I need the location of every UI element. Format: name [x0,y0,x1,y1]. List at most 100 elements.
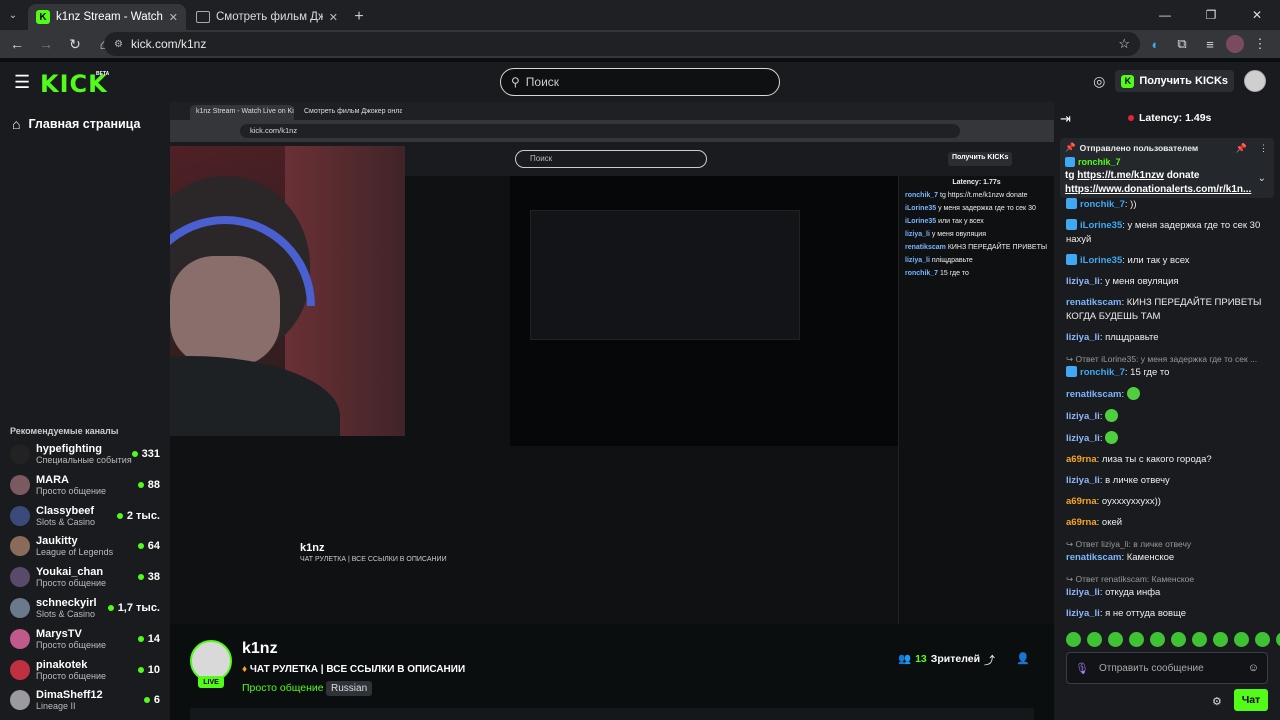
search-input[interactable]: ⚲ Поиск [500,68,780,96]
chat-message: ↪ Ответ liziya_li: в личке отвечу renatik… [1066,537,1268,565]
chat-username[interactable]: ronchik_7 [1080,199,1125,210]
browser-tab-kick[interactable]: K k1nz Stream - Watch Live on Kick ✕ [28,4,186,30]
extension-icon[interactable]: ◖ [1142,32,1166,56]
emote-picker-icon[interactable]: 🎙 [1075,662,1089,675]
chat-username[interactable]: a69rna [1066,454,1097,465]
chat-username[interactable]: a69rna [1066,517,1097,528]
site-info-icon[interactable]: ⚙ [114,39,123,50]
emote-bar [1066,632,1280,647]
reply-reference[interactable]: ↪ Ответ renatikscam: Каменское [1066,572,1268,586]
pinned-user[interactable]: ronchik_7 [1065,157,1269,167]
bookmark-star-icon[interactable]: ☆ [1118,36,1130,52]
gear-icon[interactable]: ⚙ [1212,695,1222,708]
sidebar-channel[interactable]: MARA Просто общение 88 [10,471,160,499]
chevron-down-icon[interactable]: ⌄ [1258,173,1266,184]
viewer-count: 👥 13 Зрителей [898,652,980,666]
tab-search-icon[interactable]: ⌄ [0,0,26,30]
nested-url: kick.com/k1nz [240,124,960,138]
nested-chat-line: iLorine35 или так у всех [899,215,1054,228]
chat-username[interactable]: renatikscam [1066,552,1121,563]
chat-username[interactable]: liziya_li [1066,475,1100,486]
profile-avatar[interactable] [1226,35,1244,53]
quick-emote-icon[interactable] [1108,632,1123,647]
channel-viewers: 14 [137,633,160,645]
sidebar-item-home[interactable]: ⌂ Главная страница [12,116,140,132]
chat-username[interactable]: renatikscam [1066,389,1121,400]
user-badge-icon [1066,366,1077,377]
chat-input[interactable]: 🎙 Отправить сообщение ☺ [1066,652,1268,684]
chat-username[interactable]: liziya_li [1066,433,1100,444]
extensions-puzzle-icon[interactable]: ⧉ [1170,32,1194,56]
chat-username[interactable]: renatikscam [1066,297,1121,308]
quick-emote-icon[interactable] [1129,632,1144,647]
chat-username[interactable]: a69rna [1066,496,1097,507]
stream-category[interactable]: Просто общение [242,682,324,694]
channel-info: DimaSheff12 Lineage II [36,689,144,711]
quick-emote-icon[interactable] [1171,632,1186,647]
sidebar-channel[interactable]: schneckyirl Slots & Casino 1,7 тыс. [10,594,160,622]
sidebar-channel[interactable]: hypefighting Специальные события 331 [10,440,160,468]
quick-emote-icon[interactable] [1150,632,1165,647]
quick-emote-icon[interactable] [1192,632,1207,647]
close-tab-icon[interactable]: ✕ [169,11,178,24]
close-tab-icon[interactable]: ✕ [329,11,338,24]
forward-icon[interactable]: → [34,32,58,56]
unpin-icon[interactable]: 📌 [1236,143,1247,154]
chat-username[interactable]: liziya_li [1066,276,1100,287]
sidebar-channel[interactable]: Classybeef Slots & Casino 2 тыс. [10,502,160,530]
chat-username[interactable]: ronchik_7 [1080,367,1125,378]
menu-icon[interactable]: ☰ [14,72,30,93]
streamer-name[interactable]: k1nz [242,640,278,658]
nested-streamer: k1nz [300,542,325,554]
chat-username[interactable]: liziya_li [1066,587,1100,598]
chat-bubble-icon[interactable]: ◎ [1093,73,1105,90]
quick-emote-icon[interactable] [1255,632,1270,647]
chat-username[interactable]: liziya_li [1066,608,1100,619]
close-window-button[interactable]: ✕ [1234,0,1280,30]
media-control-icon[interactable]: ≡ [1198,32,1222,56]
quick-emote-icon[interactable] [1234,632,1249,647]
pinned-link-donate[interactable]: https://www.donationalerts.com/r/k1n... [1065,184,1251,195]
quick-emote-icon[interactable] [1213,632,1228,647]
chat-username[interactable]: liziya_li [1066,332,1100,343]
smiley-icon[interactable]: ☺ [1248,662,1259,674]
chat-username[interactable]: iLorine35 [1080,255,1122,266]
back-icon[interactable]: ← [5,32,29,56]
quick-emote-icon[interactable] [1087,632,1102,647]
chat-text: : [1121,389,1125,400]
chat-username[interactable]: liziya_li [1066,411,1100,422]
follow-icon[interactable]: 👤 [1016,652,1030,665]
maximize-button[interactable]: ❐ [1188,0,1234,30]
quick-emote-icon[interactable] [1276,632,1280,647]
user-avatar[interactable] [1244,70,1266,92]
more-icon[interactable]: ⋮ [1259,143,1268,154]
channel-category: Просто общение [36,485,106,496]
pinned-link-tg[interactable]: https://t.me/k1nzw [1077,170,1164,181]
language-tag[interactable]: Russian [326,681,373,696]
browser-tab-joker[interactable]: Смотреть фильм Джокер онлайн ✕ [188,4,346,30]
minimize-button[interactable]: — [1142,0,1188,30]
sidebar-channel[interactable]: pinakotek Просто общение 10 [10,656,160,684]
collapse-chat-icon[interactable]: ⇥ [1060,111,1071,127]
sidebar-channel[interactable]: MarysTV Просто общение 14 [10,625,160,653]
chat-username[interactable]: iLorine35 [1080,220,1122,231]
reload-icon[interactable]: ↻ [63,32,87,56]
quick-emote-icon[interactable] [1066,632,1081,647]
sidebar-channel[interactable]: DimaSheff12 Lineage II 6 [10,686,160,714]
channel-viewer-count: 88 [147,478,160,491]
new-tab-button[interactable]: + [346,4,372,30]
browser-menu-icon[interactable]: ⋮ [1248,32,1272,56]
nested-chat-lines: ronchik_7 tg https://t.me/k1nzw donate iL… [899,189,1054,280]
share-icon[interactable]: ⤴ [984,652,995,668]
channel-info: MarysTV Просто общение [36,628,138,650]
send-chat-button[interactable]: Чат [1234,689,1268,711]
kick-logo-icon: K [1121,74,1135,88]
address-bar[interactable]: ⚙ kick.com/k1nz ☆ [104,32,1140,56]
reply-reference[interactable]: ↪ Ответ liziya_li: в личке отвечу [1066,537,1268,551]
reply-reference[interactable]: ↪ Ответ iLorine35: у меня задержка где т… [1066,352,1268,366]
sidebar-channel[interactable]: Jaukitty League of Legends 64 [10,532,160,560]
video-player[interactable]: k1nz Stream - Watch Live on Kick Смотрет… [170,102,1054,624]
get-kicks-button[interactable]: K Получить KICKs [1115,70,1234,92]
sidebar-channel[interactable]: Youkai_chan Просто общение 38 [10,563,160,591]
pinned-controls: 📌 ⋮ [1236,143,1268,154]
